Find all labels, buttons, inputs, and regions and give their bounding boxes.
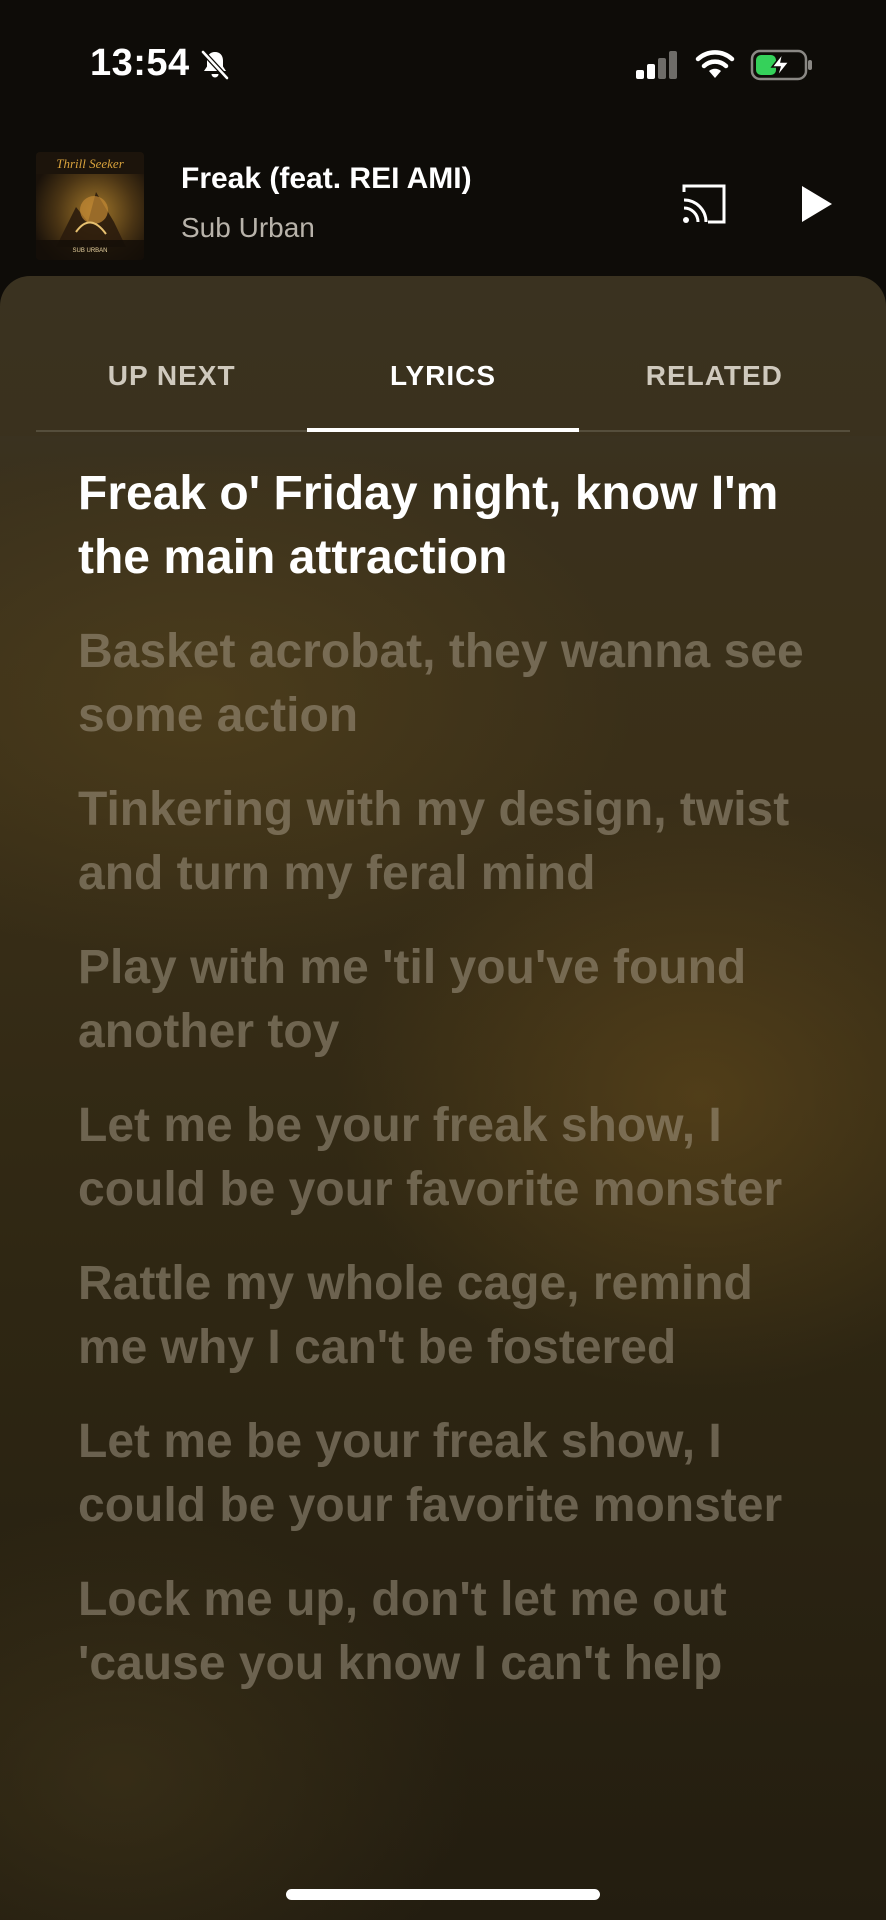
lyric-line[interactable]: Lock me up, don't let me out 'cause you … [78,1568,818,1696]
album-cover-icon: Thrill Seeker SUB URBAN [36,152,144,260]
bell-off-icon [201,50,229,80]
lyric-line-current[interactable]: Freak o' Friday night, know I'm the main… [78,462,818,590]
play-icon[interactable] [796,180,836,228]
status-time: 13:54 [90,42,190,84]
home-indicator[interactable] [286,1889,600,1900]
tab-lyrics[interactable]: LYRICS [307,356,579,432]
lyric-line[interactable]: Play with me 'til you've found another t… [78,936,818,1064]
mini-player[interactable]: Thrill Seeker SUB URBAN Freak (feat. REI… [0,140,886,270]
lyric-line[interactable]: Let me be your freak show, I could be yo… [78,1410,818,1538]
tab-related[interactable]: RELATED [579,356,850,430]
track-title[interactable]: Freak (feat. REI AMI) [181,162,472,196]
lyric-line[interactable]: Rattle my whole cage, remind me why I ca… [78,1252,818,1380]
cast-icon[interactable] [678,180,730,228]
status-bar: 13:54 [0,0,886,130]
cellular-signal-icon [636,51,677,79]
wifi-icon [695,50,735,78]
album-art[interactable]: Thrill Seeker SUB URBAN [36,152,144,260]
svg-text:SUB URBAN: SUB URBAN [72,248,107,254]
player-sheet: UP NEXT LYRICS RELATED creation Freak o'… [0,276,886,1920]
track-artist[interactable]: Sub Urban [181,212,315,244]
tab-bar: UP NEXT LYRICS RELATED [36,356,850,432]
svg-text:Thrill Seeker: Thrill Seeker [56,156,124,171]
lyrics-list: creation Freak o' Friday night, know I'm… [78,436,818,1726]
tab-up-next[interactable]: UP NEXT [36,356,307,430]
lyric-line[interactable]: Let me be your freak show, I could be yo… [78,1094,818,1222]
lyrics-panel[interactable]: creation Freak o' Friday night, know I'm… [0,436,886,1920]
battery-charging-icon [750,49,812,81]
screen: 13:54 Thrill Seeker SUB URBAN Freak (fea… [0,0,886,1920]
lyric-line[interactable]: Basket acrobat, they wanna see some acti… [78,620,818,748]
lyric-line[interactable]: Tinkering with my design, twist and turn… [78,778,818,906]
